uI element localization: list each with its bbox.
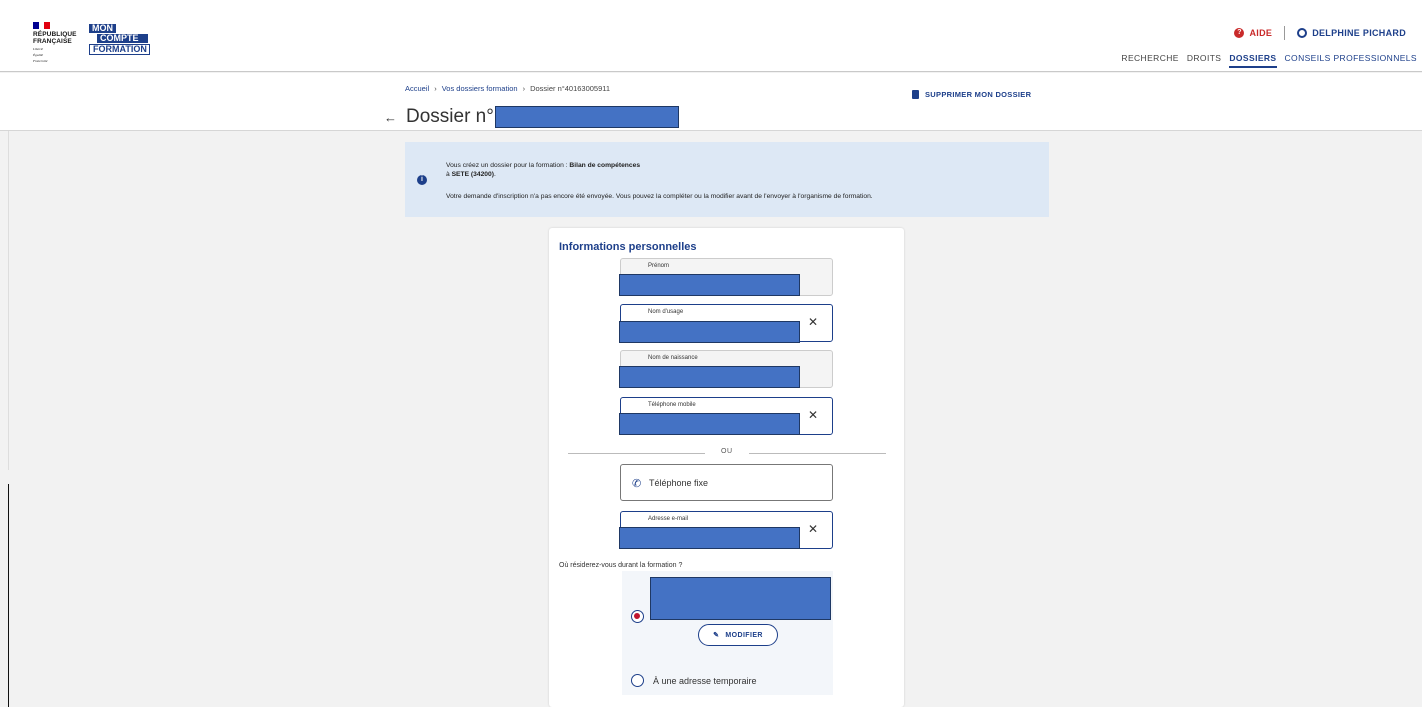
breadcrumb-accueil[interactable]: Accueil [405,84,429,93]
clear-icon[interactable]: ✕ [808,408,818,422]
breadcrumb-current: Dossier n°40163005911 [530,84,611,93]
info-city: SETE [451,171,470,178]
chevron-right-icon: › [522,84,526,93]
or-label: OU [721,448,733,455]
residence-options: ✎ MODIFIER À une adresse temporaire [622,571,833,695]
republique-label: RÉPUBLIQUE [33,31,77,38]
temporary-address-label: À une adresse temporaire [653,676,757,686]
redacted-nom-naissance [619,366,800,388]
nom-naissance-field: Nom de naissance [619,350,833,388]
page-title: Dossier n° [406,106,494,127]
card-title: Informations personnelles [559,241,697,253]
aide-label: AIDE [1249,28,1273,38]
header-actions: ? AIDE DELPHINE PICHARD [1234,26,1406,40]
redacted-nom-usage [619,321,800,343]
user-name: DELPHINE PICHARD [1312,28,1406,38]
breadcrumb-vos-dossiers[interactable]: Vos dossiers formation [442,84,518,93]
user-icon [1297,28,1308,38]
help-icon: ? [1234,28,1245,38]
redacted-email [619,527,800,549]
personal-info-card: Informations personnelles Prénom Nom d'u… [549,228,904,707]
prenom-field: Prénom [619,258,833,296]
info-formation-name: Bilan de compétences [569,162,641,169]
info-line-location: à SETE (34200). [446,171,496,178]
clear-icon[interactable]: ✕ [808,315,818,329]
page-title-row: ← Dossier n° [384,106,679,128]
back-arrow-icon[interactable]: ← [384,110,397,125]
telephone-mobile-label: Téléphone mobile [648,402,696,408]
modifier-address-button[interactable]: ✎ MODIFIER [698,624,778,646]
mon-compte-formation-logo[interactable]: MON COMPTE FORMATION [89,24,150,55]
delete-dossier-button[interactable]: SUPPRIMER MON DOSSIER [912,90,1031,99]
aide-link[interactable]: ? AIDE [1234,28,1272,38]
phone-icon: ✆ [632,478,642,490]
nav-item-droits[interactable]: DROITS [1187,53,1222,68]
telephone-fixe-label: Téléphone fixe [649,478,709,488]
radio-current-address[interactable] [631,610,644,623]
redacted-dossier-number [494,106,679,128]
divider-line [749,453,886,454]
dossier-bar: Accueil › Vos dossiers formation › Dossi… [0,73,1422,131]
nav-item-recherche[interactable]: RECHERCHE [1121,53,1178,68]
brand-formation: FORMATION [89,44,150,55]
devise-egalite: Égalité [33,53,44,57]
trash-icon [912,90,919,99]
nav-item-conseils-professionnels[interactable]: CONSEILS PROFESSIONNELS [1285,53,1417,68]
residence-question: Où résiderez-vous durant la formation ? [559,562,683,569]
email-label: Adresse e-mail [648,516,689,522]
flag-icon [33,22,51,29]
site-header: RÉPUBLIQUE FRANÇAISE Liberté Égalité Fra… [0,0,1422,72]
divider-line [568,453,705,454]
francaise-label: FRANÇAISE [33,38,72,45]
info-location-end: . [493,171,496,178]
nom-usage-label: Nom d'usage [648,309,684,315]
info-line-status: Votre demande d'inscription n'a pas enco… [446,193,873,200]
email-field[interactable]: Adresse e-mail ✕ [619,511,833,549]
left-edge-line [8,84,9,470]
user-menu[interactable]: DELPHINE PICHARD [1297,28,1406,38]
breadcrumb: Accueil › Vos dossiers formation › Dossi… [405,84,610,93]
devise-liberte: Liberté [33,47,44,51]
nom-naissance-label: Nom de naissance [648,355,698,361]
info-postal-code: (34200) [470,171,494,178]
telephone-fixe-field[interactable]: ✆ Téléphone fixe [620,464,833,501]
radio-temporary-address[interactable] [631,674,644,687]
redacted-telephone-mobile [619,413,800,435]
info-line-formation: Vous créez un dossier pour la formation … [446,162,640,169]
left-edge-line-dark [8,484,9,707]
page: RÉPUBLIQUE FRANÇAISE Liberté Égalité Fra… [0,0,1422,707]
main-nav: RECHERCHE DROITS DOSSIERS CONSEILS PROFE… [1121,53,1417,68]
redacted-address [650,577,831,620]
brand-compte: COMPTE [97,34,148,43]
delete-dossier-label: SUPPRIMER MON DOSSIER [925,90,1032,99]
redacted-prenom [619,274,800,296]
modifier-label: MODIFIER [725,631,763,639]
nav-item-dossiers[interactable]: DOSSIERS [1229,53,1277,68]
nom-usage-field[interactable]: Nom d'usage ✕ [619,304,833,343]
telephone-mobile-field[interactable]: Téléphone mobile ✕ [619,397,833,435]
devise-fraternite: Fraternité [33,59,48,63]
clear-icon[interactable]: ✕ [808,522,818,536]
chevron-right-icon: › [434,84,437,93]
info-icon: i [417,175,427,185]
brand-mon: MON [89,24,116,33]
info-formation-prefix: Vous créez un dossier pour la formation … [446,162,570,169]
header-separator [1284,26,1286,40]
republique-francaise-logo[interactable]: RÉPUBLIQUE FRANÇAISE Liberté Égalité Fra… [33,22,77,63]
info-notice: i Vous créez un dossier pour la formatio… [405,142,1049,217]
prenom-label: Prénom [648,263,670,269]
or-divider: OU [568,448,886,458]
pencil-icon: ✎ [713,632,720,639]
